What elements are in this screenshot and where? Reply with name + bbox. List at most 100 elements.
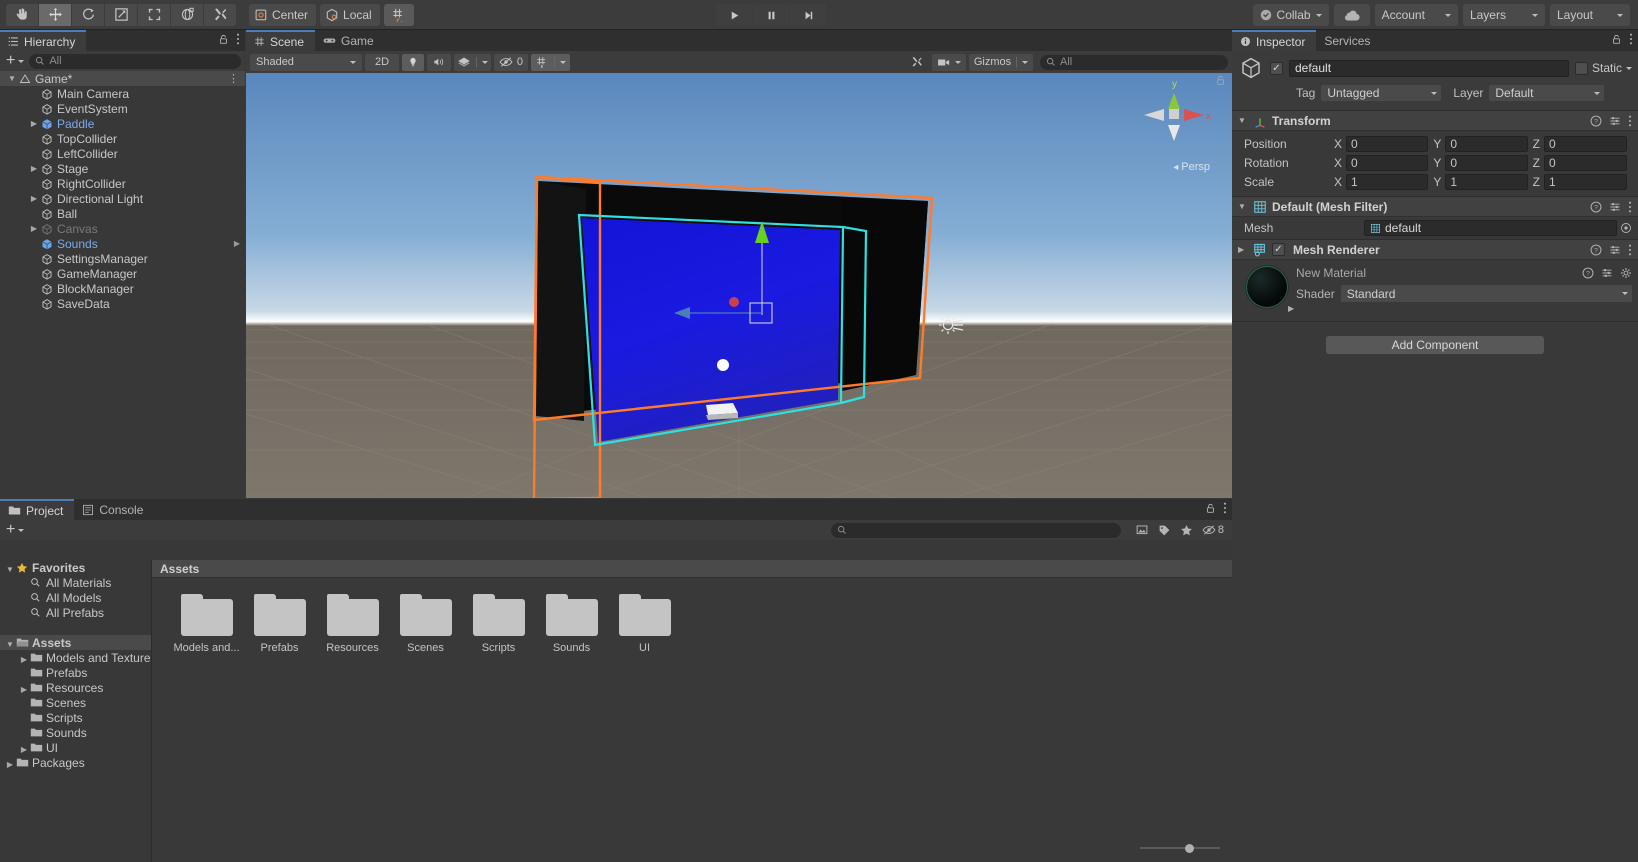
- project-tree-item-assets[interactable]: ▼ Assets: [0, 635, 151, 650]
- rotate-tool-button[interactable]: [72, 3, 104, 26]
- hierarchy-item-canvas[interactable]: ▶ Canvas: [0, 221, 245, 236]
- scene-fx-button[interactable]: |: [454, 53, 491, 71]
- asset-item-models-and[interactable]: Models and...: [170, 594, 243, 654]
- shader-dropdown[interactable]: Standard: [1340, 285, 1632, 302]
- tab-game[interactable]: Game: [315, 30, 385, 51]
- scene-viewport[interactable]: y x ◂ Persp: [246, 73, 1232, 498]
- foldout-arrow-icon[interactable]: ▼: [1238, 116, 1248, 125]
- custom-editor-tool-button[interactable]: [204, 3, 236, 26]
- favorite-star-icon[interactable]: [1180, 524, 1193, 537]
- project-tree-item-all-models[interactable]: All Models: [0, 590, 151, 605]
- tab-inspector[interactable]: Inspector: [1232, 30, 1317, 51]
- project-tree-item-prefabs[interactable]: Prefabs: [0, 665, 151, 680]
- pause-button[interactable]: [753, 4, 789, 26]
- project-folder-tree[interactable]: ▼ Favorites All Materials All Models All Pre…: [0, 560, 152, 862]
- object-name-field[interactable]: default: [1289, 59, 1569, 77]
- step-button[interactable]: [790, 4, 826, 26]
- component-header-transform[interactable]: ▼ Transform ?: [1232, 110, 1638, 131]
- component-header-mesh-renderer[interactable]: ▶ ✓ Mesh Renderer ?: [1232, 239, 1638, 260]
- hierarchy-item-paddle[interactable]: ▶ Paddle: [0, 116, 245, 131]
- position-y-field[interactable]: 0: [1445, 135, 1528, 152]
- project-tree-item-ui[interactable]: ▶ UI: [0, 740, 151, 755]
- foldout-arrow-icon[interactable]: ▶: [18, 651, 30, 665]
- project-tree-item-sounds[interactable]: Sounds: [0, 725, 151, 740]
- asset-item-prefabs[interactable]: Prefabs: [243, 594, 316, 654]
- foldout-arrow-icon[interactable]: ▶: [28, 224, 40, 233]
- foldout-arrow-icon[interactable]: ▼: [6, 74, 18, 83]
- transform-tool-button[interactable]: [171, 3, 203, 26]
- layout-button[interactable]: Layout: [1549, 4, 1630, 26]
- hierarchy-item-leftcollider[interactable]: LeftCollider: [0, 146, 245, 161]
- static-toggle[interactable]: Static: [1574, 61, 1632, 75]
- hierarchy-tree[interactable]: ▼ Game* ⋮ Main Camera EventSystem ▶ Paddle TopC…: [0, 71, 245, 498]
- component-header-mesh-filter[interactable]: ▼ Default (Mesh Filter) ?: [1232, 196, 1638, 217]
- tab-project[interactable]: Project: [0, 499, 75, 520]
- position-z-field[interactable]: 0: [1544, 135, 1627, 152]
- static-checkbox[interactable]: [1574, 61, 1588, 75]
- scene-search-input[interactable]: All: [1040, 54, 1228, 70]
- pivot-mode-button[interactable]: Center: [249, 3, 317, 26]
- rotation-x-field[interactable]: 0: [1346, 154, 1429, 171]
- hierarchy-create-button[interactable]: +: [4, 53, 26, 69]
- hand-tool-button[interactable]: [6, 3, 38, 26]
- scene-audio-button[interactable]: [427, 53, 451, 71]
- foldout-arrow-icon[interactable]: ▶: [1238, 245, 1248, 254]
- draw-mode-dropdown[interactable]: Shaded: [250, 53, 362, 71]
- hierarchy-item-ball[interactable]: Ball: [0, 206, 245, 221]
- hierarchy-item-topcollider[interactable]: TopCollider: [0, 131, 245, 146]
- foldout-arrow-icon[interactable]: ▶: [28, 119, 40, 128]
- hierarchy-item-stage[interactable]: ▶ Stage: [0, 161, 245, 176]
- scale-x-field[interactable]: 1: [1346, 173, 1429, 190]
- gizmos-dropdown[interactable]: Gizmos |: [968, 53, 1033, 71]
- breadcrumb[interactable]: Assets: [152, 560, 1232, 578]
- icon-size-slider[interactable]: [1140, 842, 1220, 854]
- hierarchy-item-blockmanager[interactable]: BlockManager: [0, 281, 245, 296]
- scene-projection-label[interactable]: ◂ Persp: [1173, 161, 1210, 173]
- move-tool-button[interactable]: [39, 3, 71, 26]
- scale-tool-button[interactable]: [105, 3, 137, 26]
- grid-snap-button[interactable]: [383, 3, 414, 26]
- tab-scene[interactable]: Scene: [246, 30, 316, 51]
- scene-visibility-button[interactable]: 0: [493, 53, 528, 71]
- scene-component-tools-button[interactable]: [905, 54, 929, 71]
- project-tree-item-resources[interactable]: ▶ Resources: [0, 680, 151, 695]
- filter-by-type-icon[interactable]: [1135, 524, 1149, 537]
- filter-by-label-icon[interactable]: [1158, 524, 1171, 537]
- hierarchy-item-savedata[interactable]: SaveData: [0, 296, 245, 311]
- tab-console[interactable]: Console: [74, 499, 154, 520]
- hierarchy-item-eventsystem[interactable]: EventSystem: [0, 101, 245, 116]
- layers-button[interactable]: Layers: [1462, 4, 1545, 26]
- tab-services[interactable]: Services: [1316, 30, 1381, 51]
- project-create-button[interactable]: +: [4, 522, 26, 538]
- foldout-arrow-icon[interactable]: ▶: [28, 194, 40, 203]
- scale-z-field[interactable]: 1: [1544, 173, 1627, 190]
- mesh-object-field[interactable]: default: [1364, 220, 1617, 236]
- cloud-button[interactable]: [1333, 4, 1370, 26]
- asset-grid[interactable]: Models and... Prefabs Resources Scenes Scrip…: [152, 578, 1232, 654]
- asset-item-ui[interactable]: UI: [608, 594, 681, 654]
- foldout-arrow-icon[interactable]: ▼: [4, 561, 16, 575]
- object-enabled-checkbox[interactable]: ✓: [1270, 61, 1283, 75]
- foldout-arrow-icon[interactable]: ▶: [18, 681, 30, 695]
- hierarchy-search-input[interactable]: All: [29, 53, 241, 69]
- hierarchy-item-sounds[interactable]: Sounds ▶: [0, 236, 245, 251]
- tab-hierarchy[interactable]: Hierarchy: [0, 30, 87, 51]
- project-tree-item-packages[interactable]: ▶ Packages: [0, 755, 151, 770]
- scene-camera-settings-button[interactable]: [931, 53, 966, 71]
- foldout-arrow-icon[interactable]: ▶: [4, 756, 16, 770]
- foldout-arrow-icon[interactable]: ▼: [1238, 202, 1248, 211]
- project-tree-item-all-materials[interactable]: All Materials: [0, 575, 151, 590]
- scene-lighting-button[interactable]: [402, 53, 424, 71]
- project-search-input[interactable]: [830, 522, 1121, 538]
- layer-dropdown[interactable]: Default: [1489, 85, 1605, 101]
- hidden-packages-badge[interactable]: 8: [1202, 524, 1224, 536]
- project-tree-item-scripts[interactable]: Scripts: [0, 710, 151, 725]
- position-x-field[interactable]: 0: [1346, 135, 1429, 152]
- collab-button[interactable]: Collab: [1252, 4, 1329, 26]
- menu-kebab-icon[interactable]: ⋮: [228, 72, 245, 85]
- asset-item-scripts[interactable]: Scripts: [462, 594, 535, 654]
- hierarchy-item-settingsmanager[interactable]: SettingsManager: [0, 251, 245, 266]
- chevron-right-icon[interactable]: ▶: [234, 239, 245, 248]
- hierarchy-item-game[interactable]: ▼ Game* ⋮: [0, 71, 245, 86]
- rotation-y-field[interactable]: 0: [1445, 154, 1528, 171]
